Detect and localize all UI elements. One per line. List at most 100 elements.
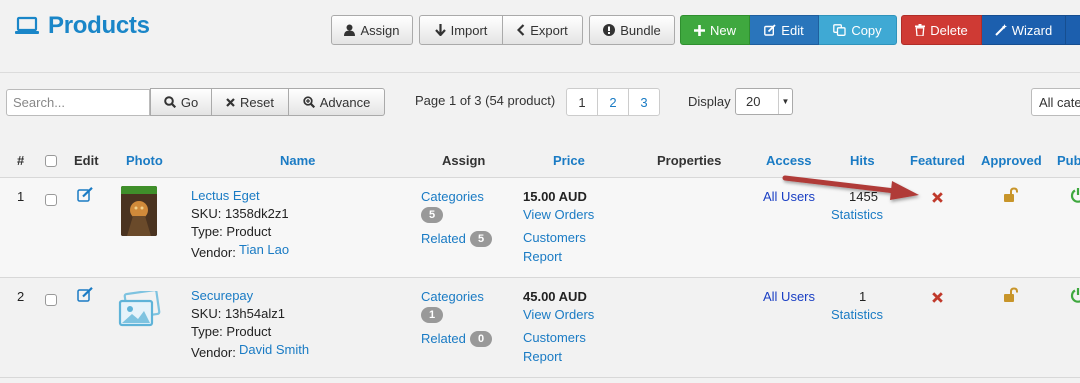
wizard-button[interactable]: Wizard [982, 15, 1066, 45]
search-input[interactable] [6, 89, 150, 116]
display-label: Display [688, 94, 731, 109]
more-button[interactable] [1066, 15, 1080, 45]
unlock-icon[interactable] [1003, 187, 1019, 203]
products-table: # Edit Photo Name Assign Price Propertie… [0, 141, 1080, 383]
col-name[interactable]: Name [280, 153, 315, 168]
published-power-icon[interactable] [1070, 287, 1080, 303]
category-value: All categories [1039, 94, 1080, 110]
col-hits[interactable]: Hits [850, 153, 875, 168]
categories-count-badge: 5 [421, 207, 443, 223]
categories-link[interactable]: Categories [421, 189, 484, 204]
go-label: Go [180, 94, 199, 110]
edit-label: Edit [781, 22, 804, 38]
hits-value: 1 [859, 289, 867, 304]
unfeatured-x-icon[interactable] [932, 192, 943, 203]
copy-label: Copy [851, 22, 882, 38]
product-name-link[interactable]: Securepay [191, 288, 253, 303]
col-properties: Properties [657, 153, 722, 168]
new-button[interactable]: New [680, 15, 750, 45]
page-header: Products Assign Import Export Bundle New… [0, 0, 1080, 70]
customers-report-link[interactable]: Customers [523, 230, 586, 245]
delete-button[interactable]: Delete [901, 15, 982, 45]
unlock-icon[interactable] [1003, 287, 1019, 303]
col-price[interactable]: Price [553, 153, 585, 168]
categories-count-badge: 1 [421, 307, 443, 323]
go-button[interactable]: Go [150, 88, 212, 116]
product-type: Type: Product [191, 224, 272, 239]
price-value: 15.00 AUD [523, 189, 587, 204]
vendor-label: Vendor: [191, 245, 236, 260]
access-link[interactable]: All Users [763, 289, 815, 304]
edit-button[interactable]: Edit [750, 15, 819, 45]
col-access[interactable]: Access [766, 153, 812, 168]
view-orders-link[interactable]: View Orders [523, 307, 594, 322]
related-link[interactable]: Related [421, 331, 466, 346]
col-edit: Edit [74, 153, 99, 168]
col-featured[interactable]: Featured [910, 153, 965, 168]
col-approved[interactable]: Approved [981, 153, 1042, 168]
reset-label: Reset [240, 94, 274, 110]
statistics-link[interactable]: Statistics [831, 307, 883, 322]
customers-report-link-line2[interactable]: Report [523, 249, 562, 264]
wand-icon [995, 24, 1007, 36]
col-num: # [17, 153, 25, 168]
page-1[interactable]: 1 [566, 88, 598, 116]
vendor-link[interactable]: Tian Lao [239, 242, 289, 257]
display-value: 20 [746, 94, 761, 109]
zoom-in-icon [303, 96, 315, 108]
image-placeholder-icon[interactable] [118, 291, 162, 329]
vendor-link[interactable]: David Smith [239, 342, 309, 357]
advance-button[interactable]: Advance [289, 88, 385, 116]
pagination-info: Page 1 of 3 (54 product) [415, 93, 556, 108]
col-published[interactable]: Published [1057, 153, 1080, 168]
export-label: Export [530, 22, 568, 38]
unfeatured-x-icon[interactable] [932, 292, 943, 303]
import-label: Import [450, 22, 488, 38]
product-photo[interactable] [121, 186, 157, 236]
header-divider [0, 72, 1080, 73]
title-wrap: Products [14, 12, 150, 40]
categories-link[interactable]: Categories [421, 289, 484, 304]
select-all-checkbox[interactable] [45, 155, 57, 167]
reset-button[interactable]: Reset [212, 88, 289, 116]
row-rule [0, 277, 1080, 278]
related-link[interactable]: Related [421, 231, 466, 246]
col-assign: Assign [442, 153, 486, 168]
published-power-icon[interactable] [1070, 187, 1080, 203]
edit-icon [764, 24, 776, 36]
pagination: 1 2 3 [566, 88, 660, 116]
arrow-down-icon [434, 24, 446, 36]
import-button[interactable]: Import [419, 15, 503, 45]
export-button[interactable]: Export [503, 15, 583, 45]
access-link[interactable]: All Users [763, 189, 815, 204]
price-value: 45.00 AUD [523, 289, 587, 304]
bundle-button[interactable]: Bundle [589, 15, 675, 45]
product-sku: SKU: 13h54alz1 [191, 306, 285, 321]
laptop-icon [15, 16, 39, 34]
copy-button[interactable]: Copy [819, 15, 897, 45]
page-3[interactable]: 3 [628, 88, 660, 116]
edit-icon[interactable] [77, 287, 94, 302]
assign-label: Assign [360, 22, 400, 38]
delete-label: Delete [930, 22, 968, 38]
customers-report-link[interactable]: Customers [523, 330, 586, 345]
category-select[interactable]: All categories [1031, 88, 1080, 116]
col-photo[interactable]: Photo [126, 153, 163, 168]
row-checkbox[interactable] [45, 194, 57, 206]
caret-down-icon: ▼ [778, 89, 792, 114]
related-count-badge: 5 [470, 231, 492, 247]
edit-icon[interactable] [77, 187, 94, 202]
customers-report-link-line2[interactable]: Report [523, 349, 562, 364]
display-select[interactable]: 20 ▼ [735, 88, 793, 115]
wizard-label: Wizard [1011, 22, 1053, 38]
statistics-link[interactable]: Statistics [831, 207, 883, 222]
row-checkbox[interactable] [45, 294, 57, 306]
view-orders-link[interactable]: View Orders [523, 207, 594, 222]
related-count-badge: 0 [470, 331, 492, 347]
product-name-link[interactable]: Lectus Eget [191, 188, 260, 203]
close-icon [226, 97, 235, 107]
product-type: Type: Product [191, 324, 272, 339]
assign-button[interactable]: Assign [331, 15, 413, 45]
advance-label: Advance [319, 94, 371, 110]
page-2[interactable]: 2 [597, 88, 629, 116]
